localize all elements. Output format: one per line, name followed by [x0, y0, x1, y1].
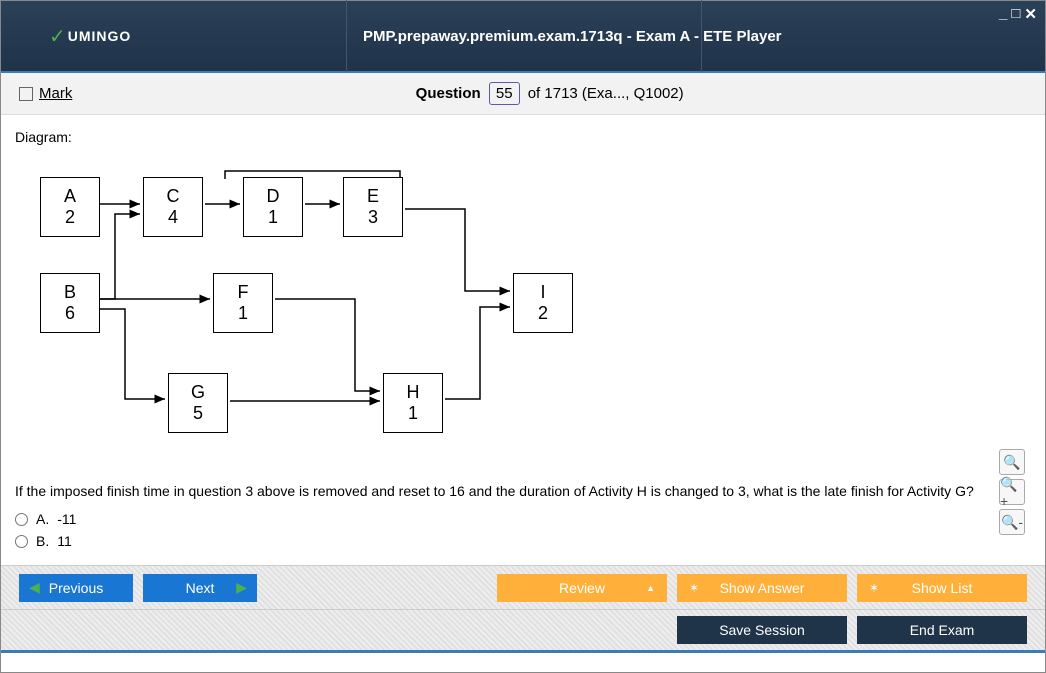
zoom-tools: 🔍 🔍+ 🔍- [999, 449, 1025, 535]
zoom-out-icon[interactable]: 🔍- [999, 509, 1025, 535]
question-text: If the imposed finish time in question 3… [15, 483, 1031, 499]
question-number[interactable]: 55 [489, 82, 520, 105]
star-icon: ✶ [869, 581, 879, 595]
magnify-icon[interactable]: 🔍 [999, 449, 1025, 475]
chevron-right-icon: ▶ [236, 579, 247, 596]
nav-bar: ◀Previous Next▶ Review▲ ✶Show Answer ✶Sh… [1, 565, 1045, 609]
minimize-icon[interactable]: _ [999, 5, 1007, 23]
review-button[interactable]: Review▲ [497, 574, 667, 602]
option-b[interactable]: B. 11 [15, 533, 1031, 549]
question-word: Question [416, 85, 481, 102]
node-f: F1 [213, 273, 273, 333]
node-b: B6 [40, 273, 100, 333]
maximize-icon[interactable]: □ [1011, 5, 1020, 23]
question-total: of 1713 (Exa..., Q1002) [528, 85, 684, 102]
option-b-letter: B. [36, 533, 49, 549]
option-a-text: -11 [57, 511, 76, 527]
mark-checkbox[interactable] [19, 87, 33, 101]
logo: ✓ UMINGO [49, 24, 131, 49]
triangle-up-icon: ▲ [646, 583, 655, 593]
star-icon: ✶ [689, 581, 699, 595]
titlebar-divider [346, 0, 347, 72]
zoom-in-icon[interactable]: 🔍+ [999, 479, 1025, 505]
mark-label[interactable]: Mark [39, 85, 72, 102]
network-diagram: A2 C4 D1 E3 B6 F1 I2 G5 H1 [15, 169, 1031, 459]
node-g: G5 [168, 373, 228, 433]
node-e: E3 [343, 177, 403, 237]
option-a-letter: A. [36, 511, 49, 527]
end-bar: Save Session End Exam [1, 609, 1045, 653]
brand-text: UMINGO [68, 28, 132, 44]
node-c: C4 [143, 177, 203, 237]
node-a: A2 [40, 177, 100, 237]
show-list-button[interactable]: ✶Show List [857, 574, 1027, 602]
content-area: Diagram: A2 C4 D1 E3 B6 F1 I2 G5 H1 If t… [1, 115, 1045, 565]
window-title: PMP.prepaway.premium.exam.1713q - Exam A… [363, 28, 782, 45]
next-button[interactable]: Next▶ [143, 574, 257, 602]
option-a-radio[interactable] [15, 513, 28, 526]
option-b-text: 11 [57, 533, 72, 549]
option-b-radio[interactable] [15, 535, 28, 548]
diagram-label: Diagram: [15, 129, 1031, 145]
check-icon: ✓ [49, 24, 66, 49]
option-a[interactable]: A. -11 [15, 511, 1031, 527]
question-bar: Mark Question 55 of 1713 (Exa..., Q1002) [1, 73, 1045, 115]
close-icon[interactable]: ✕ [1024, 5, 1037, 23]
save-session-button[interactable]: Save Session [677, 616, 847, 644]
previous-button[interactable]: ◀Previous [19, 574, 133, 602]
node-d: D1 [243, 177, 303, 237]
window-controls: _ □ ✕ [999, 5, 1037, 23]
titlebar: ✓ UMINGO PMP.prepaway.premium.exam.1713q… [1, 1, 1045, 73]
node-i: I2 [513, 273, 573, 333]
end-exam-button[interactable]: End Exam [857, 616, 1027, 644]
chevron-left-icon: ◀ [29, 579, 40, 596]
show-answer-button[interactable]: ✶Show Answer [677, 574, 847, 602]
node-h: H1 [383, 373, 443, 433]
question-indicator: Question 55 of 1713 (Exa..., Q1002) [72, 85, 1027, 102]
